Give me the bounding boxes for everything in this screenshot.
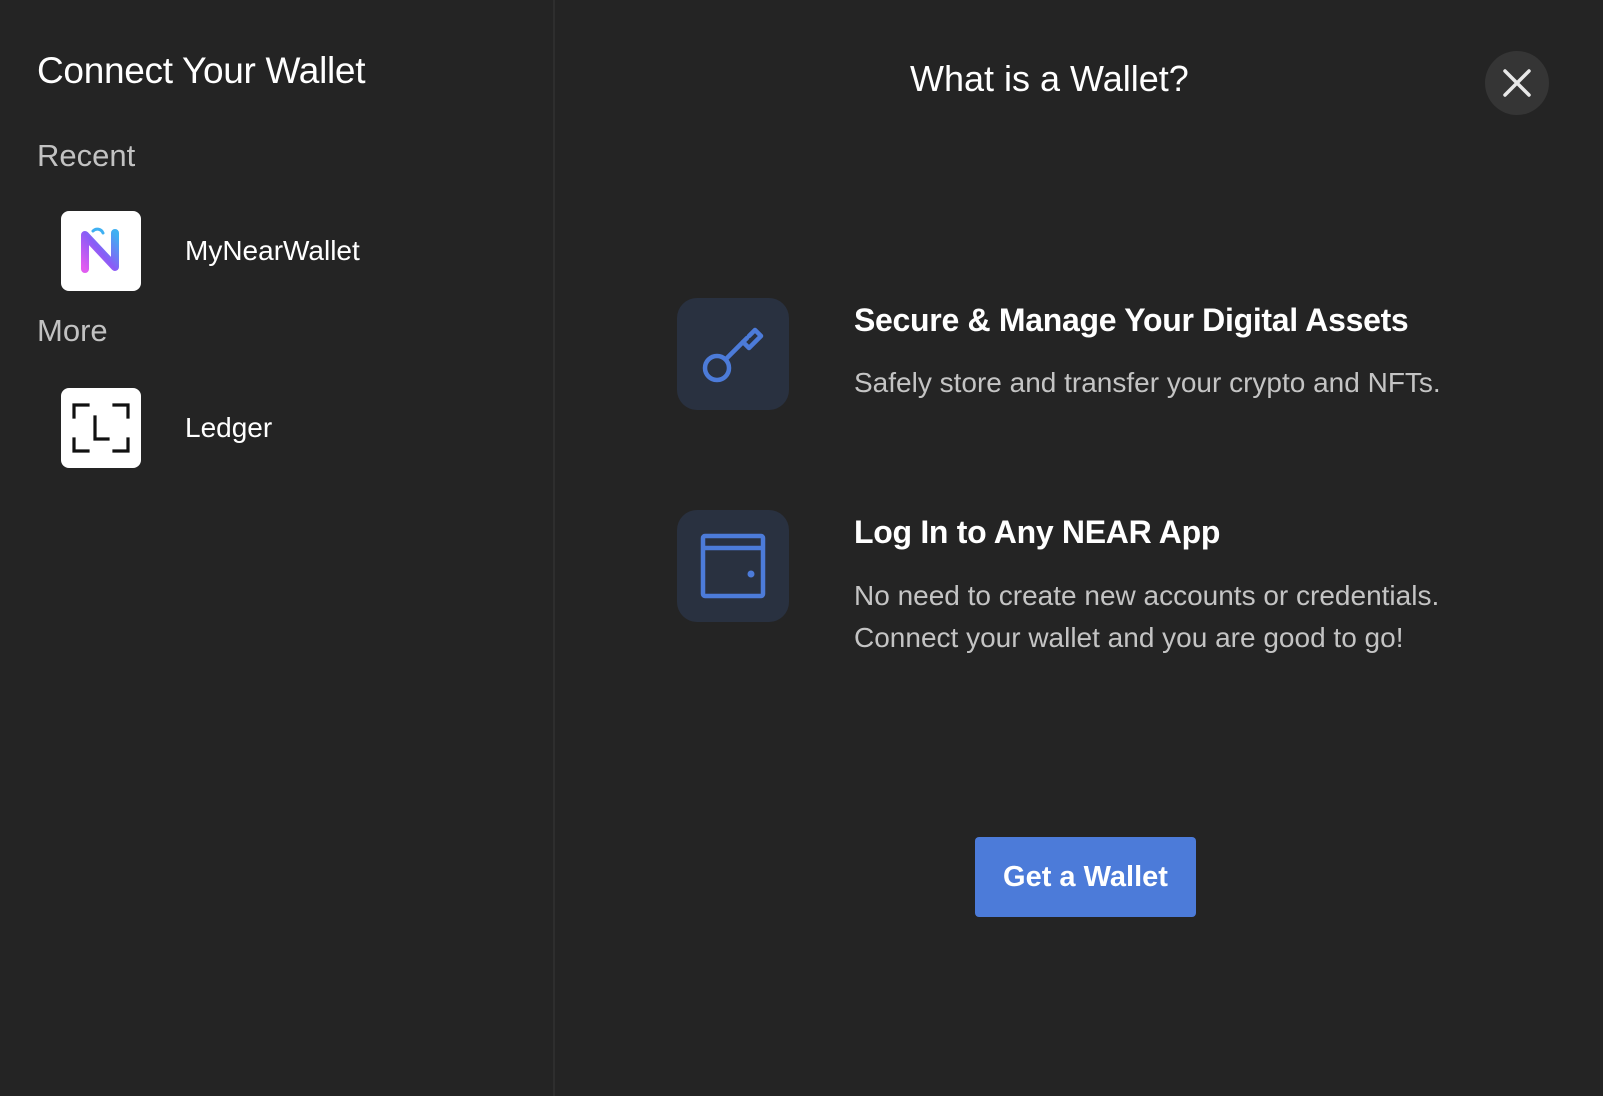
wallet-icon <box>677 510 789 622</box>
info-title: What is a Wallet? <box>910 58 1189 99</box>
wallet-option-mynearwallet[interactable]: MyNearWallet <box>50 203 530 299</box>
wallet-option-ledger[interactable]: Ledger <box>50 380 530 476</box>
wallet-list-panel: Connect Your Wallet Recent MyNearWallet … <box>0 0 555 1096</box>
close-button[interactable] <box>1485 51 1549 115</box>
panel-title: Connect Your Wallet <box>37 50 366 91</box>
ledger-logo-icon <box>61 388 141 468</box>
wallet-info-panel: What is a Wallet? Secure & Manage Your D… <box>557 0 1603 1096</box>
key-icon <box>677 298 789 410</box>
wallet-name: Ledger <box>185 412 273 443</box>
close-icon <box>1503 69 1531 97</box>
feature-title: Secure & Manage Your Digital Assets <box>854 302 1409 338</box>
feature-title: Log In to Any NEAR App <box>854 514 1221 550</box>
feature-description: No need to create new accounts or creden… <box>854 580 1440 653</box>
wallet-name: MyNearWallet <box>185 235 360 266</box>
get-a-wallet-button[interactable]: Get a Wallet <box>975 837 1196 917</box>
mynearwallet-logo-icon <box>61 211 141 291</box>
feature-description: Safely store and transfer your crypto an… <box>854 367 1441 398</box>
recent-section-label: Recent <box>37 138 136 173</box>
more-section-label: More <box>37 313 108 348</box>
